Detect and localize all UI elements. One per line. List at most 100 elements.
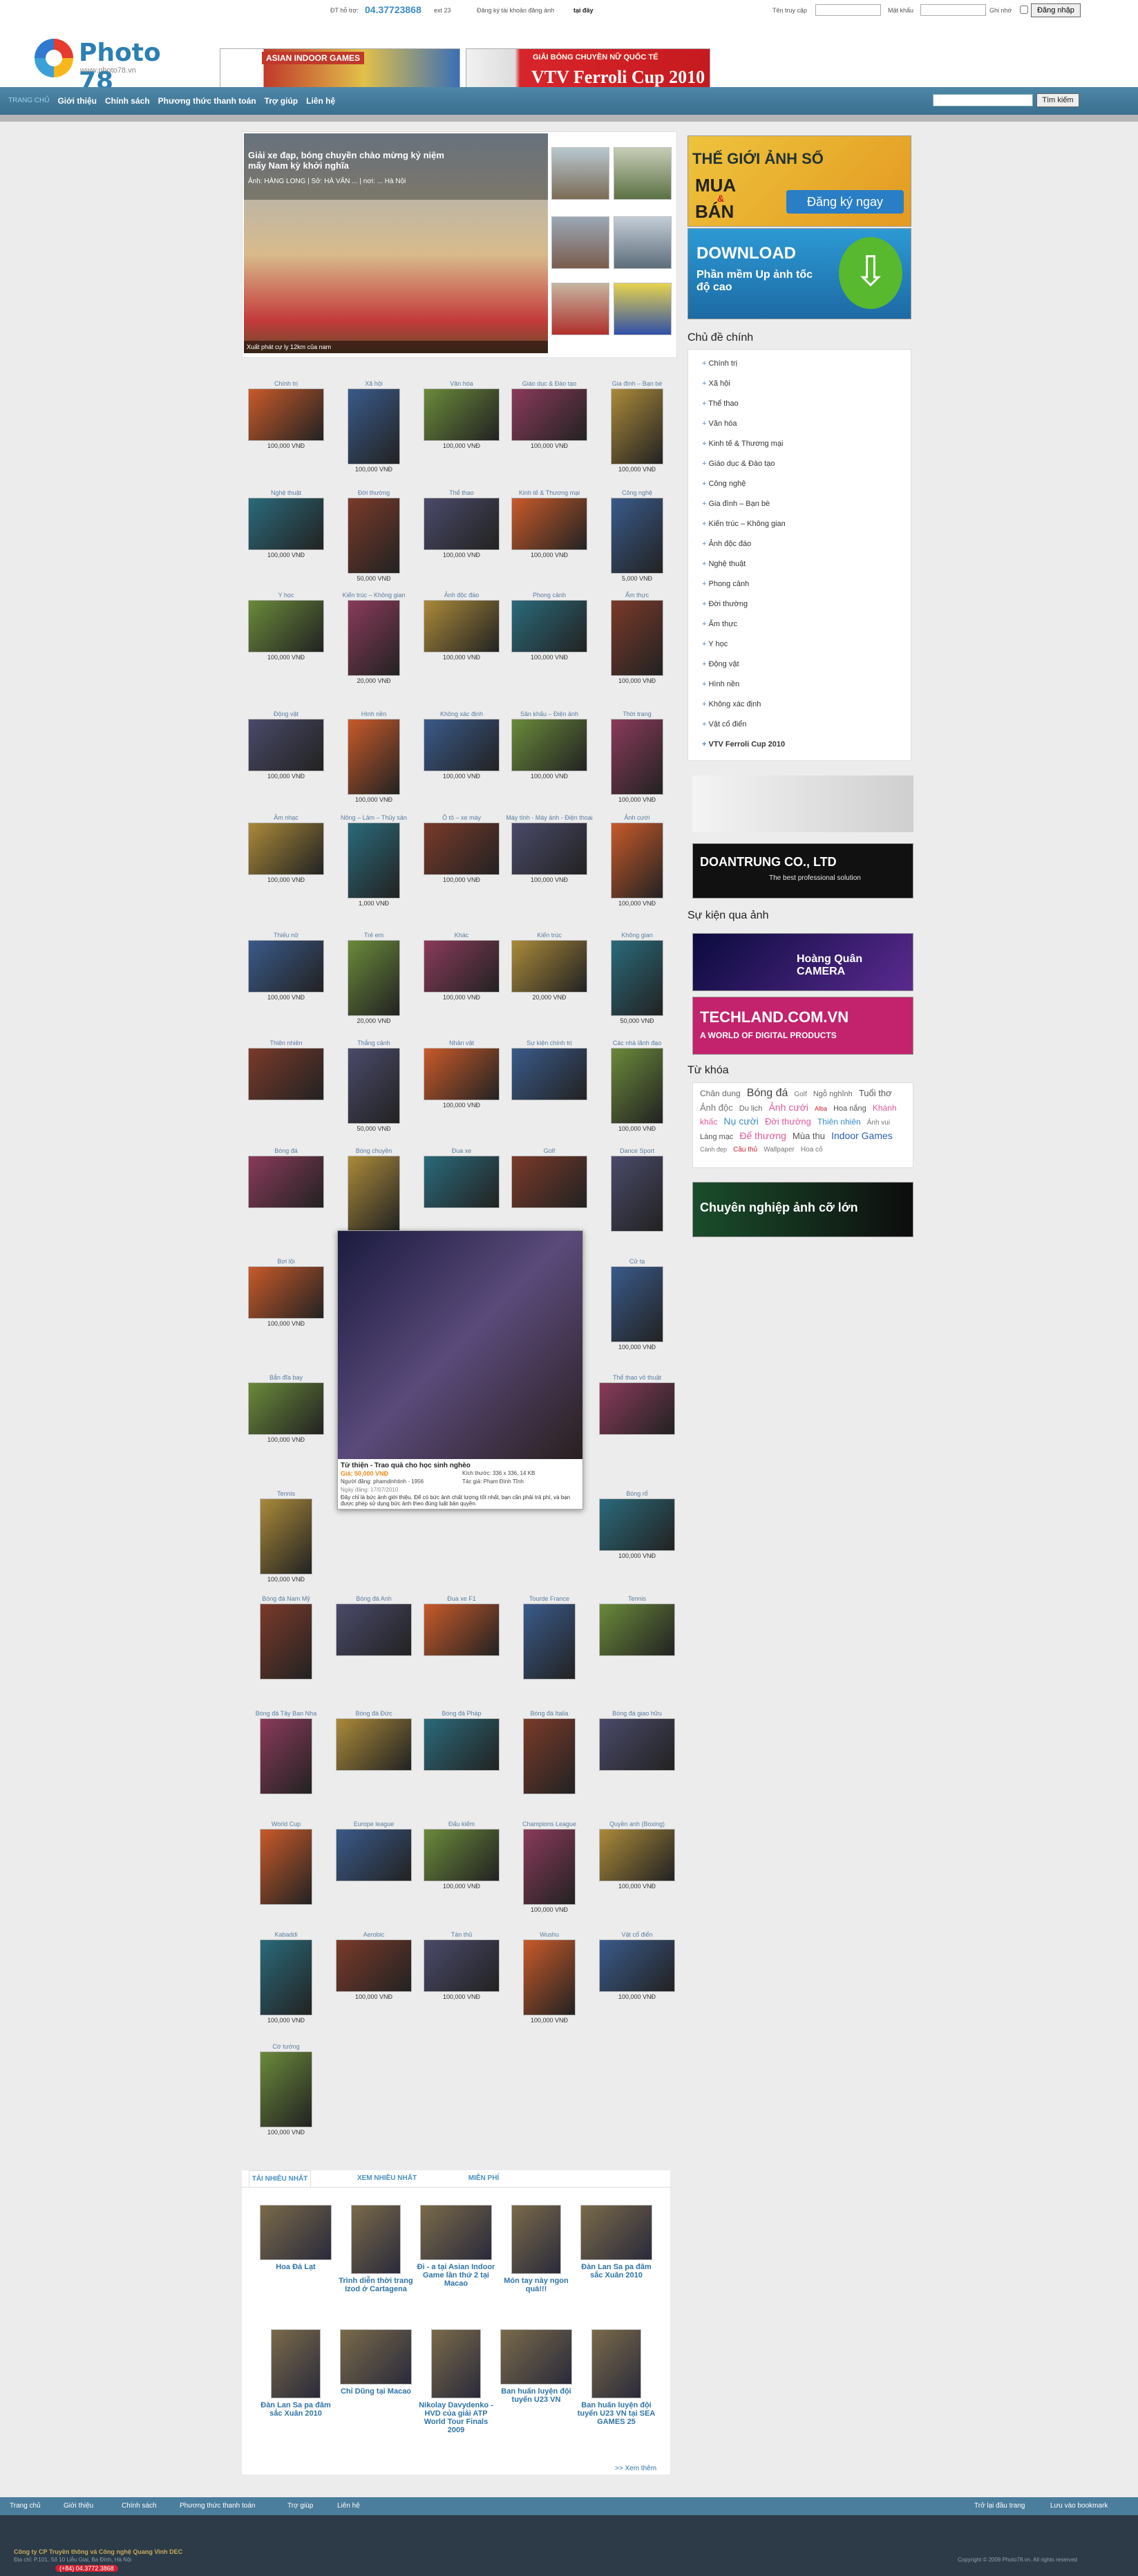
category-card[interactable]: Động vật 100,000 VNĐ [242, 711, 330, 780]
category-card[interactable]: Bóng đá giao hữu [593, 1710, 681, 1772]
category-card[interactable]: Thể thao vô thuật [593, 1374, 681, 1436]
nav-home[interactable]: TRANG CHỦ [4, 87, 53, 115]
tag-link[interactable]: Thiên nhiên [817, 1117, 861, 1127]
topic-item[interactable]: Kiến trúc – Không gian [702, 520, 785, 528]
category-thumbnail[interactable] [599, 1498, 675, 1551]
category-thumbnail[interactable] [611, 498, 663, 574]
category-thumbnail[interactable] [523, 1718, 576, 1794]
category-thumbnail[interactable] [260, 2051, 312, 2127]
category-label[interactable]: Thể thao vô thuật [593, 1374, 681, 1381]
category-label[interactable]: Tennis [242, 1490, 330, 1497]
category-label[interactable]: Thắng cảnh [330, 1040, 418, 1046]
footer-nav-item[interactable]: Chính sách [122, 2502, 157, 2510]
category-label[interactable]: Ẩm thực [593, 592, 681, 599]
top-photo-thumbnail[interactable] [271, 2329, 321, 2398]
category-label[interactable]: Tourde France [505, 1595, 594, 1602]
category-card[interactable]: Wushu 100,000 VNĐ [505, 1931, 594, 2024]
nav-about[interactable]: Giới thiệu [53, 87, 101, 115]
category-label[interactable]: Khác [417, 932, 506, 939]
category-card[interactable]: Không xác định 100,000 VNĐ [417, 711, 506, 780]
category-card[interactable]: Thời trang 100,000 VNĐ [593, 711, 681, 803]
top-photo-thumbnail[interactable] [340, 2329, 412, 2385]
footer-nav-item[interactable]: Trợ giúp [287, 2502, 313, 2510]
category-thumbnail[interactable] [599, 1382, 675, 1435]
top-photo-item[interactable]: Ban huấn luyện đội tuyển U23 VN tại SEA … [576, 2329, 656, 2426]
category-thumbnail[interactable] [248, 1156, 324, 1208]
category-card[interactable]: Cử tạ 100,000 VNĐ [593, 1258, 681, 1351]
category-card[interactable]: Thiên nhiên [242, 1040, 330, 1102]
category-thumbnail[interactable] [424, 1048, 500, 1100]
category-label[interactable]: Không xác định [417, 711, 506, 717]
top-photo-item[interactable]: Đàn Lan Sa pa đâm sắc Xuân 2010 [256, 2329, 336, 2418]
tag-link[interactable]: Mùa thu [793, 1131, 825, 1141]
category-label[interactable]: Bóng đá Tây Ban Nha [242, 1710, 330, 1717]
category-card[interactable]: Giáo dục & Đào tạo 100,000 VNĐ [505, 380, 594, 449]
category-thumbnail[interactable] [511, 498, 587, 550]
topic-item[interactable]: Xã hội [702, 379, 730, 388]
category-label[interactable]: Máy tính - Máy ảnh - Điện thoại [505, 814, 594, 821]
category-thumbnail[interactable] [599, 1718, 675, 1771]
category-thumbnail[interactable] [424, 1718, 500, 1771]
tab-free[interactable]: MIỄN PHÍ [456, 2170, 511, 2187]
category-thumbnail[interactable] [336, 1939, 412, 1992]
category-card[interactable]: Cờ tướng 100,000 VNĐ [242, 2043, 330, 2136]
topic-item[interactable]: Nghệ thuật [702, 560, 746, 568]
featured-thumb[interactable] [551, 216, 609, 269]
category-label[interactable]: Gia đình – Bạn bè [593, 380, 681, 387]
category-card[interactable]: Vật cổ điển 100,000 VNĐ [593, 1931, 681, 2000]
topic-item[interactable]: Y học [702, 640, 728, 648]
topic-item[interactable]: Ẩm thực [702, 620, 737, 628]
top-photo-item[interactable]: Đàn Lan Sa pa đâm sắc Xuân 2010 [576, 2205, 656, 2279]
category-label[interactable]: Giáo dục & Đào tạo [505, 380, 594, 387]
category-thumbnail[interactable] [260, 1604, 312, 1680]
category-thumbnail[interactable] [348, 1156, 400, 1232]
category-thumbnail[interactable] [248, 600, 324, 652]
category-thumbnail[interactable] [260, 1718, 312, 1794]
category-label[interactable]: Đua xe [417, 1147, 506, 1154]
category-thumbnail[interactable] [260, 1939, 312, 2015]
category-card[interactable]: Không gian 50,000 VNĐ [593, 932, 681, 1024]
category-thumbnail[interactable] [511, 940, 587, 993]
category-card[interactable]: Phong cảnh 100,000 VNĐ [505, 592, 594, 661]
category-label[interactable]: Đấu kiếm [417, 1821, 506, 1827]
category-label[interactable]: Thể thao [417, 489, 506, 496]
top-photo-title[interactable]: Đàn Lan Sa pa đâm sắc Xuân 2010 [256, 2401, 336, 2418]
topic-item[interactable]: Văn hóa [702, 420, 737, 428]
category-thumbnail[interactable] [336, 1718, 412, 1771]
category-card[interactable]: Sự kiện chính trị [505, 1040, 594, 1102]
category-thumbnail[interactable] [599, 1829, 675, 1881]
category-card[interactable]: Golf [505, 1147, 594, 1210]
category-card[interactable]: Kabaddi 100,000 VNĐ [242, 1931, 330, 2024]
category-card[interactable]: Bóng đá Nam Mỹ [242, 1595, 330, 1681]
category-label[interactable]: Bơi lội [242, 1258, 330, 1265]
category-label[interactable]: Bóng đá Anh [330, 1595, 418, 1602]
category-thumbnail[interactable] [248, 1048, 324, 1100]
category-card[interactable]: Thể thao 100,000 VNĐ [417, 489, 506, 558]
category-label[interactable]: Kiến trúc – Không gian [330, 592, 418, 599]
category-thumbnail[interactable] [348, 498, 400, 574]
top-photo-title[interactable]: Đàn Lan Sa pa đâm sắc Xuân 2010 [576, 2263, 656, 2279]
nav-policy[interactable]: Chính sách [101, 87, 154, 115]
category-card[interactable]: Aerobic 100,000 VNĐ [330, 1931, 418, 2000]
footer-bookmark[interactable]: Lưu vào bookmark [1050, 2502, 1108, 2510]
category-label[interactable]: Aerobic [330, 1931, 418, 1938]
category-card[interactable]: Ô tô – xe máy 100,000 VNĐ [417, 814, 506, 883]
category-thumbnail[interactable] [248, 1382, 324, 1435]
category-label[interactable]: Bóng chuyền [330, 1147, 418, 1154]
topic-item[interactable]: Kinh tế & Thương mại [702, 440, 783, 448]
category-card[interactable]: Tennis 100,000 VNĐ [242, 1490, 330, 1583]
tag-link[interactable]: Tuổi thơ [859, 1088, 892, 1098]
category-label[interactable]: Bóng đá giao hữu [593, 1710, 681, 1717]
category-label[interactable]: Bắn đĩa bay [242, 1374, 330, 1381]
ad-download[interactable]: DOWNLOAD Phần mềm Up ảnh tốc độ cao ⇩ [687, 228, 911, 319]
category-label[interactable]: Hình nền [330, 711, 418, 717]
top-photo-title[interactable]: Hoa Đá Lạt [256, 2263, 336, 2271]
category-thumbnail[interactable] [424, 498, 500, 550]
category-thumbnail[interactable] [511, 1048, 587, 1100]
category-card[interactable]: Bóng chuyền [330, 1147, 418, 1233]
top-photo-title[interactable]: Ban huấn luyện đội tuyển U23 VN [496, 2387, 576, 2404]
top-photo-item[interactable]: Nikolay Davydenko - HVD của giải ATP Wor… [416, 2329, 496, 2434]
top-photo-title[interactable]: Món tay này ngon quá!!! [496, 2277, 576, 2293]
category-thumbnail[interactable] [260, 1498, 312, 1574]
category-card[interactable]: Bóng đá Đức [330, 1710, 418, 1772]
